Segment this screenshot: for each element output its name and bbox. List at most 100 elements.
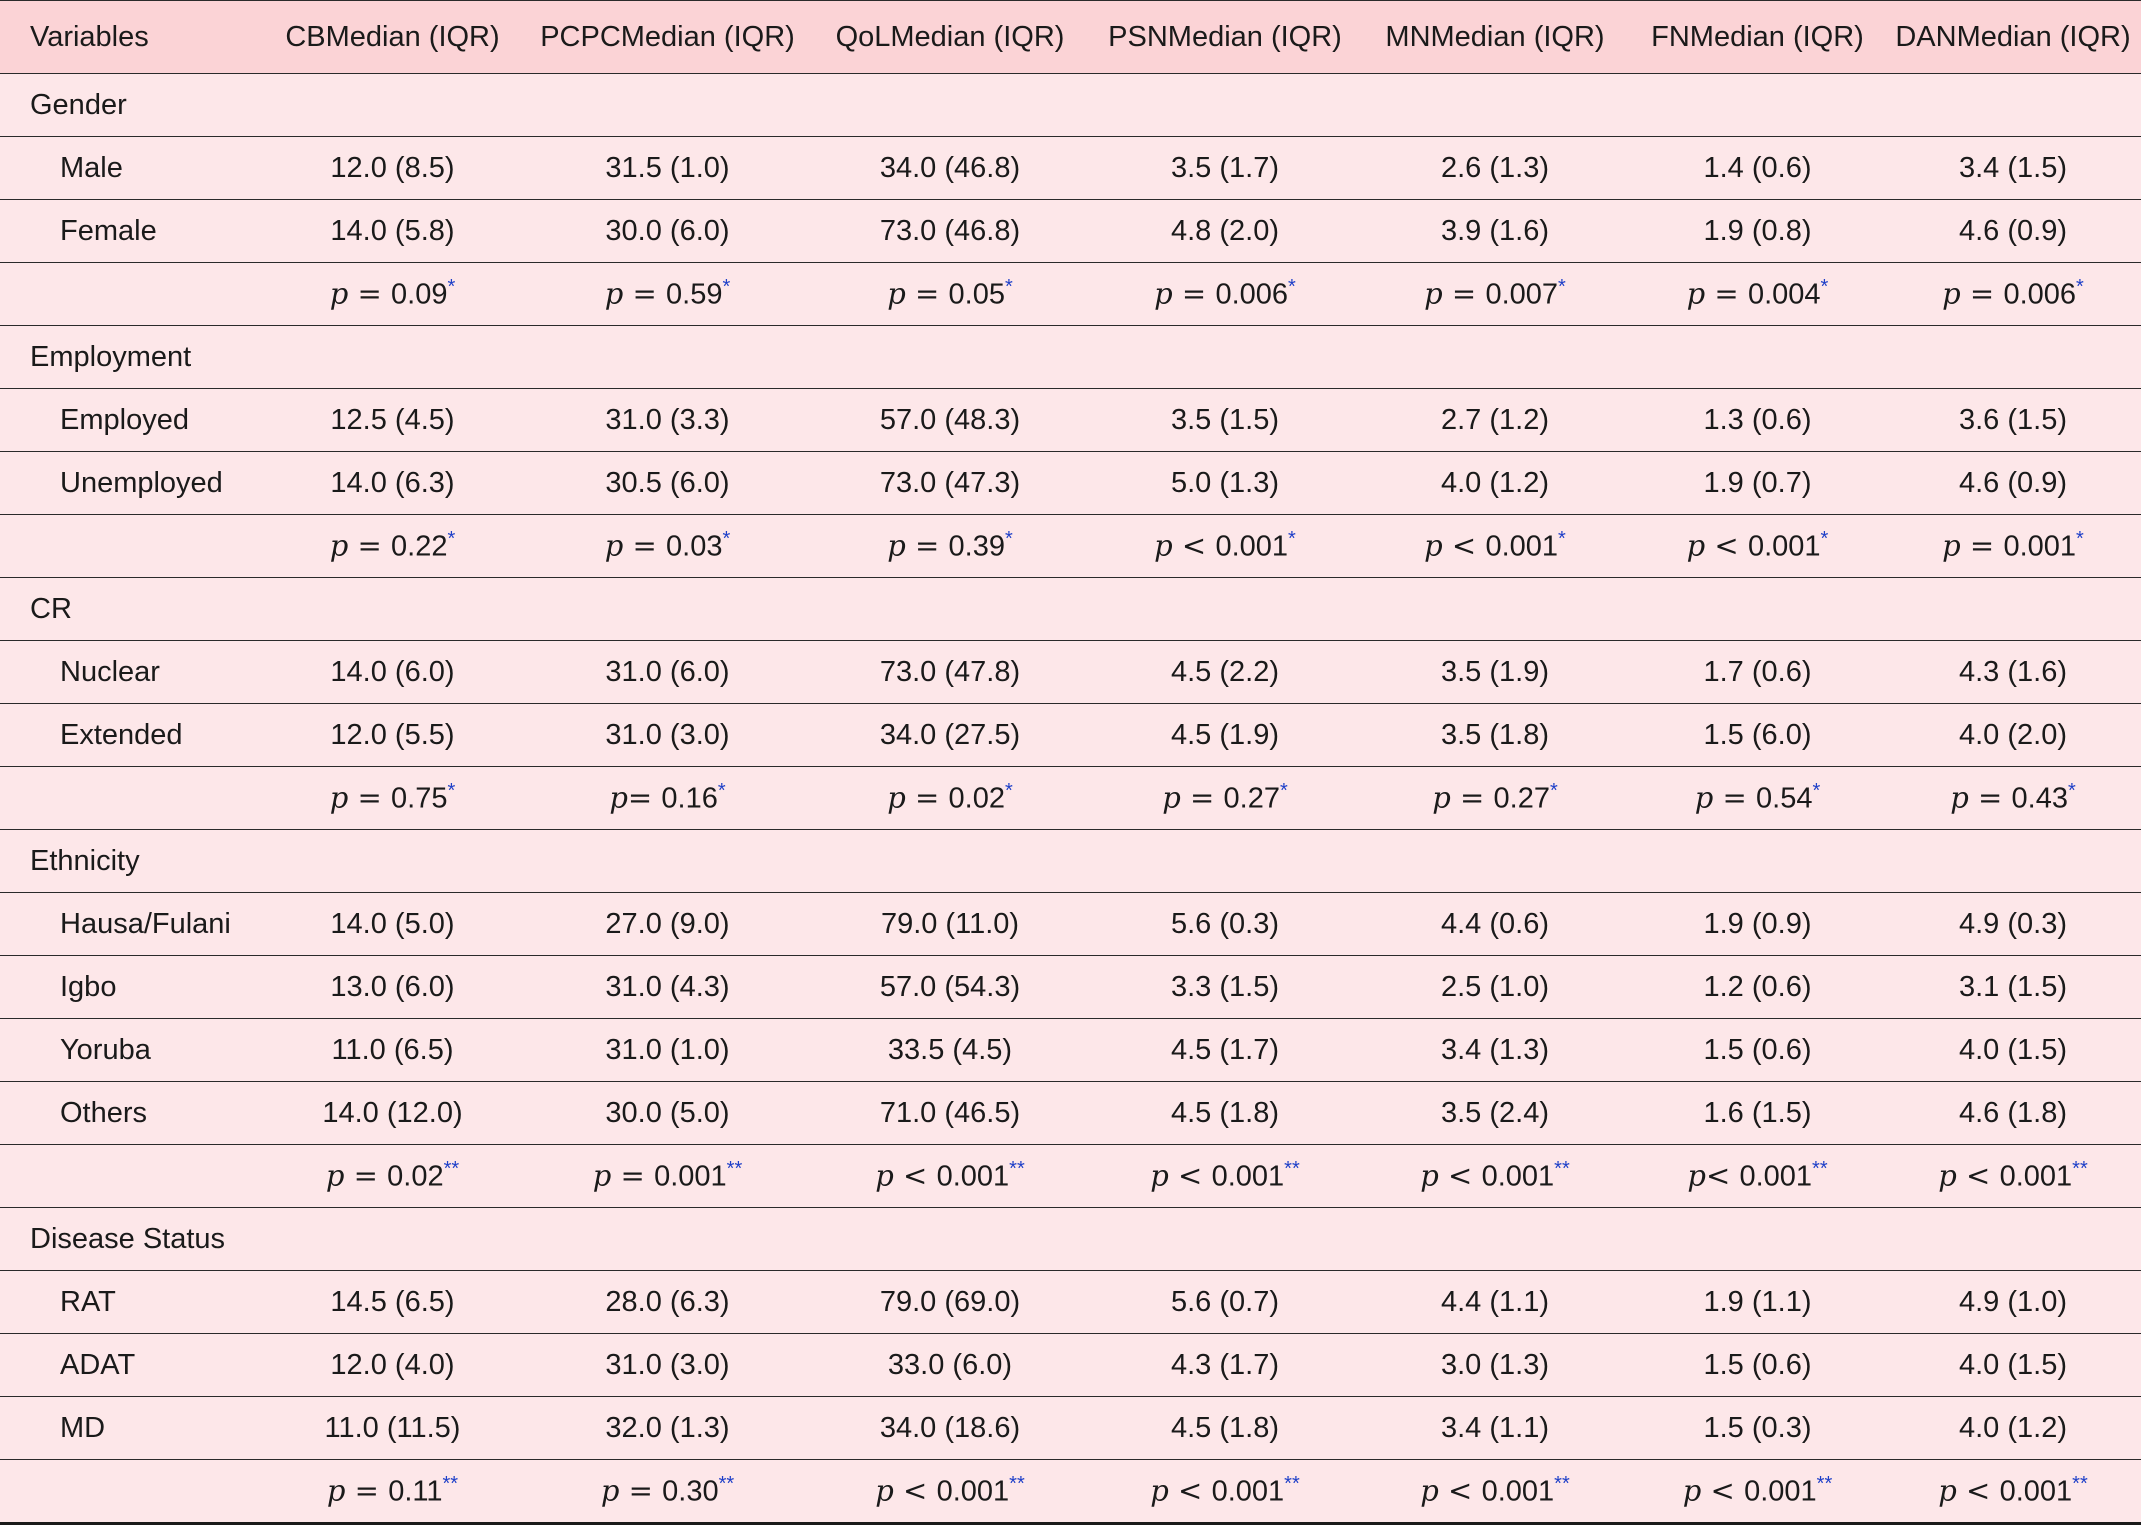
header-psn: PSNMedian (IQR)	[1090, 0, 1360, 74]
p-operator: <	[1705, 528, 1748, 563]
value-cell: 4.5 (1.9)	[1090, 703, 1360, 767]
value-cell: 4.0 (1.2)	[1885, 1396, 2141, 1460]
p-value-cell: p < 0.001**	[1090, 1459, 1360, 1525]
table-row: Nuclear 14.0 (6.0) 31.0 (6.0) 73.0 (47.8) 4.…	[0, 640, 2141, 704]
group-row: Employment	[0, 325, 2141, 389]
significance-marker: **	[726, 1158, 743, 1181]
p-operator: =	[344, 1158, 388, 1193]
value-cell: 30.0 (5.0)	[525, 1081, 810, 1145]
value-cell: 31.5 (1.0)	[525, 136, 810, 200]
value-cell: 4.5 (1.7)	[1090, 1018, 1360, 1082]
p-value-cell: p = 0.006*	[1885, 262, 2141, 326]
empty-cell	[0, 262, 260, 326]
group-title: Employment	[0, 325, 2141, 389]
value-cell: 27.0 (9.0)	[525, 892, 810, 956]
p-value: 0.001	[1211, 1475, 1285, 1508]
value-cell: 1.9 (0.9)	[1630, 892, 1885, 956]
p-value-cell: p< 0.001**	[1630, 1144, 1885, 1208]
p-value-cell: p = 0.02*	[810, 766, 1090, 830]
value-cell: 2.7 (1.2)	[1360, 388, 1630, 452]
p-value: 0.16	[661, 782, 718, 815]
p-value-cell: p = 0.001*	[1885, 514, 2141, 578]
value-cell: 71.0 (46.5)	[810, 1081, 1090, 1145]
significance-marker: **	[1284, 1473, 1300, 1496]
value-cell: 12.5 (4.5)	[260, 388, 525, 452]
value-cell: 34.0 (18.6)	[810, 1396, 1090, 1460]
value-cell: 3.0 (1.3)	[1360, 1333, 1630, 1397]
p-operator: =	[1960, 276, 2004, 311]
p-symbol: p	[1938, 1158, 1957, 1193]
significance-marker: **	[718, 1473, 735, 1496]
p-value-cell: p < 0.001**	[1090, 1144, 1360, 1208]
p-symbol: p	[1694, 780, 1714, 815]
p-operator: <	[1168, 1473, 1212, 1508]
table-row: Male 12.0 (8.5) 31.5 (1.0) 34.0 (46.8) 3.5 (…	[0, 136, 2141, 200]
significance-marker: *	[2076, 528, 2084, 551]
p-value: 0.006	[1215, 278, 1289, 311]
p-value-cell: p = 0.02**	[260, 1144, 525, 1208]
value-cell: 33.5 (4.5)	[810, 1018, 1090, 1082]
value-cell: 4.0 (1.5)	[1885, 1333, 2141, 1397]
value-cell: 1.9 (0.8)	[1630, 199, 1885, 263]
p-value-cell: p = 0.54*	[1630, 766, 1885, 830]
p-value-cell: p < 0.001**	[810, 1459, 1090, 1525]
p-value-cell: p = 0.05*	[810, 262, 1090, 326]
value-cell: 4.9 (0.3)	[1885, 892, 2141, 956]
p-symbol: p	[329, 780, 349, 815]
value-cell: 57.0 (48.3)	[810, 388, 1090, 452]
empty-cell	[0, 1459, 260, 1525]
significance-marker: *	[1558, 276, 1566, 299]
p-operator: =	[348, 276, 392, 311]
p-symbol: p	[887, 528, 906, 563]
p-value-cell: p = 0.004*	[1630, 262, 1885, 326]
p-value-cell: p= 0.16*	[525, 766, 810, 830]
p-operator: =	[905, 780, 949, 815]
p-operator: =	[348, 780, 392, 815]
empty-cell	[0, 514, 260, 578]
significance-marker: *	[1288, 276, 1296, 299]
value-cell: 4.6 (1.8)	[1885, 1081, 2141, 1145]
value-cell: 11.0 (6.5)	[260, 1018, 525, 1082]
p-operator: =	[1442, 276, 1486, 311]
p-value: 0.001	[1211, 1160, 1285, 1193]
p-symbol: p	[609, 780, 628, 815]
value-cell: 1.3 (0.6)	[1630, 388, 1885, 452]
p-value: 0.001	[1744, 1475, 1817, 1508]
significance-marker: **	[1554, 1473, 1570, 1496]
value-cell: 3.5 (2.4)	[1360, 1081, 1630, 1145]
p-value: 0.001	[2003, 530, 2077, 563]
p-value-row: p = 0.22* p = 0.03* p = 0.39* p < 0.001* p <…	[0, 514, 2141, 578]
value-cell: 31.0 (4.3)	[525, 955, 810, 1019]
p-value-cell: p < 0.001*	[1630, 514, 1885, 578]
value-cell: 34.0 (27.5)	[810, 703, 1090, 767]
value-cell: 5.0 (1.3)	[1090, 451, 1360, 515]
row-label: Others	[0, 1081, 260, 1145]
p-symbol: p	[1150, 1473, 1169, 1508]
p-operator: <	[1701, 1473, 1745, 1508]
results-table: Variables CBMedian (IQR) PCPCMedian (IQR…	[0, 0, 2141, 1525]
table-body: Gender Male 12.0 (8.5) 31.5 (1.0) 34.0 (46.8…	[0, 73, 2141, 1525]
value-cell: 4.4 (0.6)	[1360, 892, 1630, 956]
p-value: 0.27	[1493, 782, 1550, 815]
p-value: 0.27	[1223, 782, 1280, 815]
p-operator: <	[1438, 1158, 1482, 1193]
value-cell: 4.6 (0.9)	[1885, 451, 2141, 515]
p-symbol: p	[1154, 528, 1173, 563]
table-row: Igbo 13.0 (6.0) 31.0 (4.3) 57.0 (54.3) 3.3 (…	[0, 955, 2141, 1019]
p-operator: =	[623, 528, 667, 563]
p-symbol: p	[592, 1158, 612, 1193]
value-cell: 73.0 (47.8)	[810, 640, 1090, 704]
p-value: 0.006	[2003, 278, 2077, 311]
p-operator: =	[1450, 780, 1494, 815]
p-value-row: p = 0.75* p= 0.16* p = 0.02* p = 0.27* p = 0…	[0, 766, 2141, 830]
p-operator: =	[1960, 528, 2004, 563]
value-cell: 1.4 (0.6)	[1630, 136, 1885, 200]
value-cell: 1.6 (1.5)	[1630, 1081, 1885, 1145]
header-row: Variables CBMedian (IQR) PCPCMedian (IQR…	[0, 0, 2141, 74]
p-value-cell: p < 0.001*	[1090, 514, 1360, 578]
p-value: 0.001	[936, 1475, 1010, 1508]
p-symbol: p	[604, 276, 624, 311]
significance-marker: *	[1549, 780, 1558, 803]
significance-marker: **	[443, 1158, 460, 1181]
p-value: 0.30	[662, 1475, 719, 1508]
